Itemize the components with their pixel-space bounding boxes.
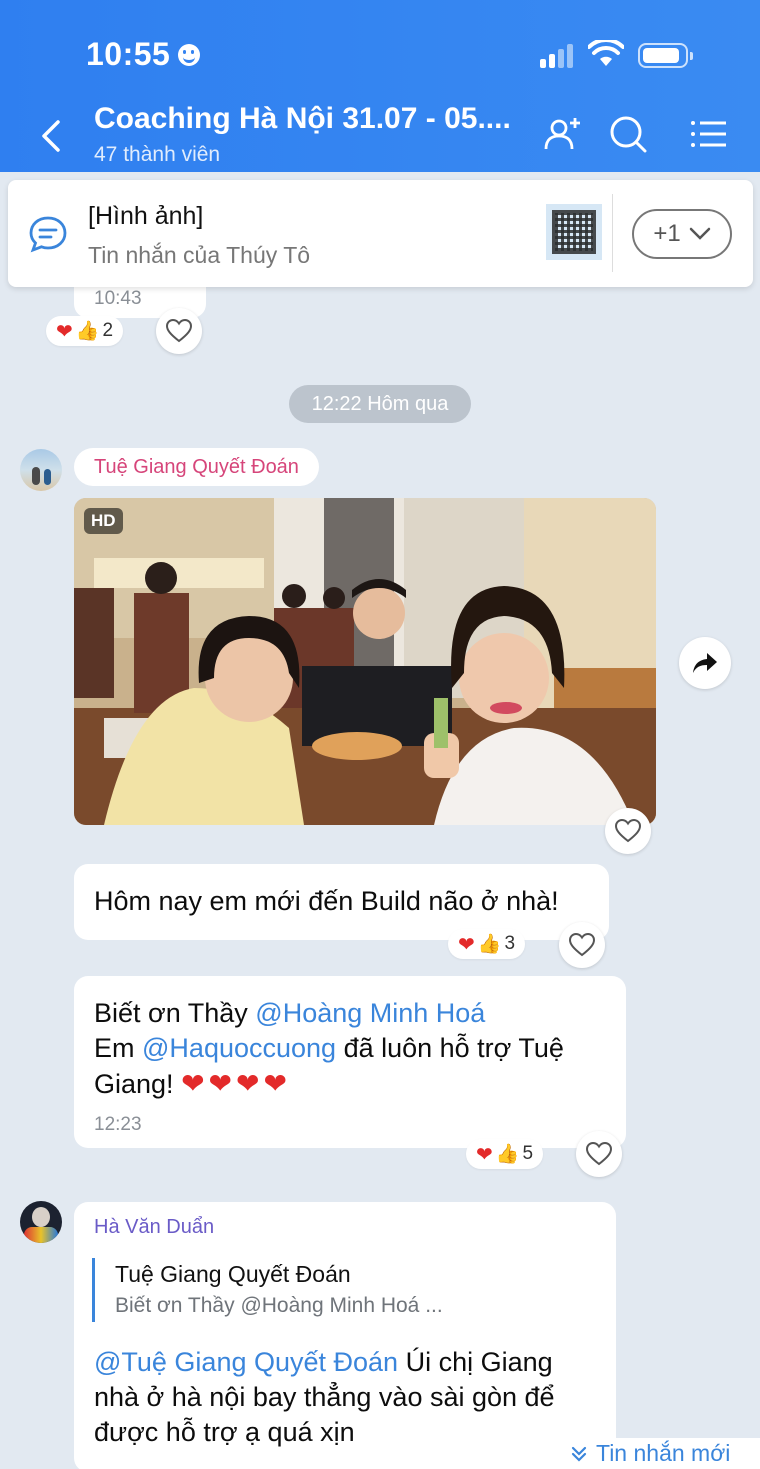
chevron-down-icon [689, 227, 710, 240]
sender-name[interactable]: Tuệ Giang Quyết Đoán [74, 448, 319, 486]
hd-badge: HD [84, 508, 123, 534]
chat-title[interactable]: Coaching Hà Nội 31.07 - 05.... [94, 102, 514, 136]
quoted-message[interactable]: Tuệ Giang Quyết Đoán Biết ơn Thầy @Hoàng… [92, 1258, 443, 1322]
react-heart-button[interactable] [559, 922, 605, 968]
pinned-more-button[interactable]: +1 [632, 209, 732, 259]
reaction-summary[interactable]: ❤ 👍 3 [448, 929, 526, 959]
heart-outline-icon [166, 319, 192, 343]
quoted-text: Biết ơn Thầy @Hoàng Minh Hoá ... [115, 1294, 443, 1317]
reaction-summary[interactable]: ❤ 👍 2 [46, 316, 124, 346]
reaction-count: 2 [102, 320, 114, 341]
avatar[interactable] [20, 449, 62, 491]
text-segment: được hỗ trợ ạ quá xịn [94, 1417, 355, 1447]
pinned-title: [Hình ảnh] [88, 202, 204, 230]
forward-button[interactable] [679, 637, 731, 689]
heart-outline-icon [586, 1142, 612, 1166]
back-arrow-icon[interactable] [36, 118, 66, 154]
pinned-more-label: +1 [653, 220, 681, 247]
new-messages-label: Tin nhắn mới [596, 1440, 731, 1466]
react-heart-button[interactable] [605, 808, 651, 854]
forward-icon [693, 653, 717, 673]
focus-smiley-icon [178, 44, 200, 66]
status-time: 10:55 [86, 36, 171, 72]
new-messages-button[interactable]: Tin nhắn mới [566, 1438, 760, 1469]
message-text: Biết ơn Thầy @Hoàng Minh Hoá Em @Haquocc… [94, 996, 614, 1102]
message-text: Hôm nay em mới đến Build não ở nhà! [94, 886, 559, 916]
menu-icon[interactable] [688, 114, 728, 154]
reaction-summary[interactable]: ❤ 👍 5 [466, 1139, 544, 1169]
mention-link[interactable]: @Haquoccuong [142, 1033, 336, 1063]
member-count[interactable]: 47 thành viên [94, 143, 220, 167]
reaction-count: 5 [522, 1143, 534, 1164]
message-time: 12:23 [94, 1114, 142, 1135]
text-segment: Giang! [94, 1069, 182, 1099]
double-chevron-down-icon [571, 1446, 587, 1462]
message-bubble[interactable]: Biết ơn Thầy @Hoàng Minh Hoá Em @Haquocc… [74, 976, 626, 1148]
thumbs-up-icon: 👍 [495, 1144, 520, 1165]
thumbs-up-icon: 👍 [477, 934, 502, 955]
pinned-message-bar[interactable]: [Hình ảnh] Tin nhắn của Thúy Tô +1 [8, 180, 753, 287]
reaction-count: 3 [504, 933, 516, 954]
battery-icon [638, 43, 693, 68]
heart-reaction-icon: ❤ [476, 1143, 493, 1166]
thumbs-up-icon: 👍 [75, 321, 100, 342]
mention-link[interactable]: @Hoàng Minh Hoá [255, 998, 485, 1028]
heart-reaction-icon: ❤ [56, 320, 73, 343]
date-divider: 12:22 Hôm qua [289, 385, 471, 423]
avatar[interactable] [20, 1201, 62, 1243]
text-segment: Biết ơn Thầy [94, 998, 256, 1028]
text-segment: Em [94, 1033, 143, 1063]
heart-emojis: ❤❤❤❤ [181, 1068, 291, 1099]
pinned-qr-thumbnail [546, 204, 602, 260]
message-time: 10:43 [94, 288, 142, 309]
add-member-icon[interactable] [543, 114, 583, 154]
text-segment: Úi chị Giang [398, 1347, 553, 1377]
divider [612, 194, 613, 272]
message-text: @Tuệ Giang Quyết Đoán Úi chị Giang nhà ở… [94, 1345, 614, 1450]
text-segment: nhà ở hà nội bay thẳng vào sài gòn để [94, 1382, 555, 1412]
pinned-subtitle: Tin nhắn của Thúy Tô [88, 242, 311, 268]
message-bubble[interactable]: Hôm nay em mới đến Build não ở nhà! [74, 864, 609, 940]
mention-link[interactable]: @Tuệ Giang Quyết Đoán [94, 1347, 398, 1377]
cellular-signal-icon [540, 44, 576, 68]
wifi-icon [588, 40, 624, 66]
restaurant-selfie-image [74, 498, 656, 825]
message-photo[interactable]: HD [74, 498, 656, 825]
chat-bubble-icon [29, 216, 67, 253]
react-heart-button[interactable] [576, 1131, 622, 1177]
search-icon[interactable] [608, 114, 648, 154]
heart-outline-icon [615, 819, 641, 843]
status-bar: 10:55 [0, 0, 760, 100]
sender-name[interactable]: Hà Văn Duẩn [94, 1216, 214, 1239]
text-segment: đã luôn hỗ trợ Tuệ [336, 1033, 564, 1063]
chat-header: 10:55 Coaching Hà Nội 31.07 - 05.... 47 … [0, 0, 760, 172]
quoted-sender: Tuệ Giang Quyết Đoán [115, 1261, 351, 1287]
heart-outline-icon [569, 933, 595, 957]
react-heart-button[interactable] [156, 308, 202, 354]
heart-reaction-icon: ❤ [458, 933, 475, 956]
